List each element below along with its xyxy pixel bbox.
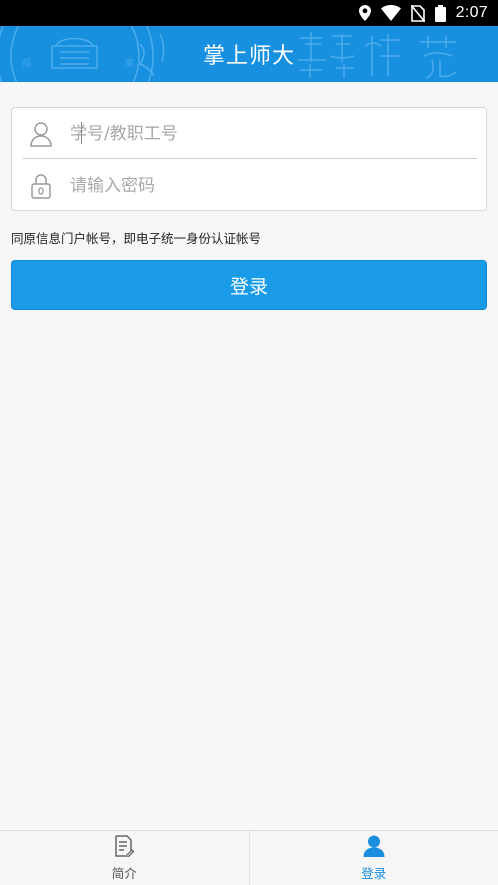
username-row [12,108,488,159]
password-input[interactable] [70,165,450,206]
wifi-icon [380,5,401,21]
location-icon [358,5,371,21]
page-title: 掌上师大 [202,44,295,69]
status-bar: 2:07 [0,0,498,26]
account-hint: 同原信息门户帐号，即电子统一身份认证帐号 [11,231,262,246]
document-icon [114,834,135,861]
divider [23,158,477,159]
clock-time: 2:07 [455,4,488,21]
app-bar: 孤 家 掌上师大 [0,26,498,82]
nav-item-login[interactable]: 登录 [248,831,498,885]
user-icon [12,108,70,159]
text-caret [81,122,82,144]
username-input[interactable] [70,113,450,154]
password-row [12,160,488,211]
nav-label-intro: 简介 [111,865,137,881]
login-form [11,107,487,211]
no-sim-icon [410,4,425,22]
bottom-nav: 简介 登录 [0,830,498,885]
lock-icon [12,160,70,211]
person-icon [363,835,385,861]
login-button[interactable]: 登录 [11,260,487,310]
battery-icon [434,4,446,22]
nav-item-intro[interactable]: 简介 [0,831,249,885]
nav-label-login: 登录 [361,865,387,881]
